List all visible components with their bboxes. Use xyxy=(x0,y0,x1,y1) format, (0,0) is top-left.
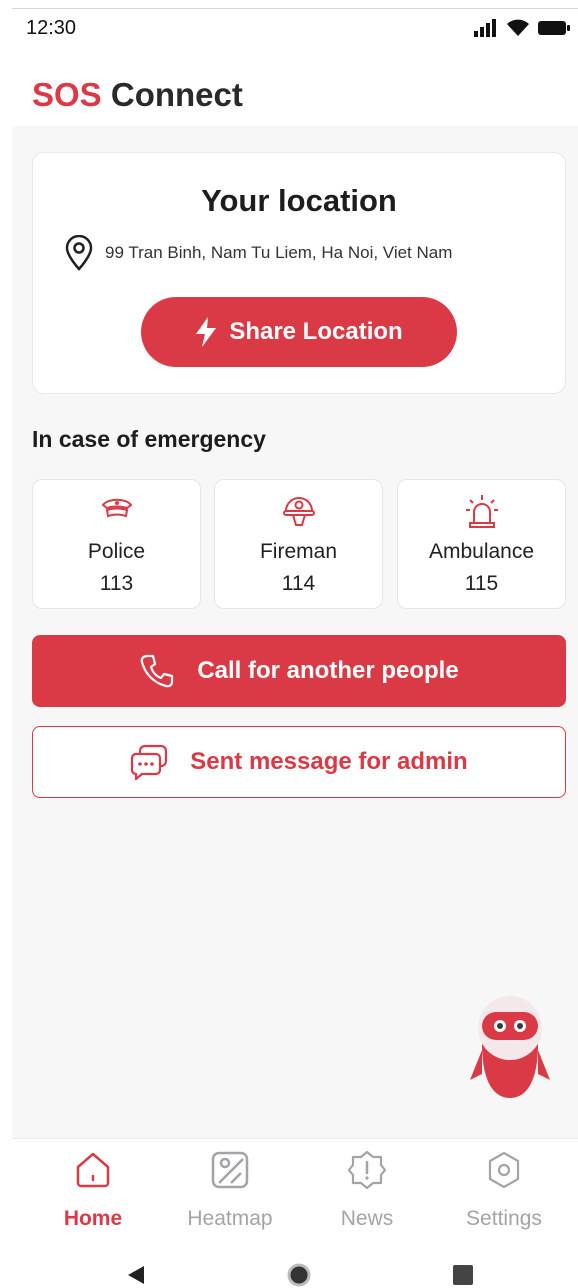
emergency-number: 115 xyxy=(464,572,499,595)
emergency-name: Ambulance xyxy=(428,540,535,563)
emergency-card-police[interactable]: Police 113 xyxy=(32,479,201,609)
battery-icon xyxy=(538,21,570,35)
location-title: Your location xyxy=(201,183,397,218)
nav-news[interactable]: News xyxy=(307,1139,427,1247)
lightning-icon xyxy=(196,317,217,347)
fireman-helmet-icon xyxy=(282,497,315,526)
settings-icon xyxy=(488,1151,520,1189)
back-icon[interactable] xyxy=(124,1264,146,1286)
emergency-section-title: In case of emergency xyxy=(32,426,266,452)
main-content: Your location 99 Tran Binh, Nam Tu Liem,… xyxy=(12,126,578,1138)
nav-home[interactable]: Home xyxy=(33,1139,153,1247)
recents-icon[interactable] xyxy=(452,1264,474,1286)
emergency-name: Police xyxy=(87,540,146,563)
bottom-navigation: Home Heatmap News Settings xyxy=(12,1138,578,1246)
nav-heatmap[interactable]: Heatmap xyxy=(170,1139,290,1247)
location-address-row: 99 Tran Binh, Nam Tu Liem, Ha Noi, Viet … xyxy=(63,235,452,271)
call-another-people-label: Call for another people xyxy=(197,657,459,684)
nav-label-heatmap: Heatmap xyxy=(187,1207,273,1230)
siren-icon xyxy=(465,495,498,528)
system-navigation-bar xyxy=(12,1246,578,1288)
home-icon xyxy=(76,1152,110,1188)
map-icon xyxy=(211,1151,249,1189)
chat-bubble-icon xyxy=(131,744,168,780)
status-bar: 12:30 xyxy=(12,8,578,50)
emergency-number: 113 xyxy=(99,572,134,595)
wifi-icon xyxy=(507,19,529,36)
brand-connect: Connect xyxy=(110,76,243,113)
nav-settings[interactable]: Settings xyxy=(444,1139,564,1247)
nav-label-home: Home xyxy=(63,1207,123,1230)
status-icons xyxy=(474,19,570,37)
emergency-number: 114 xyxy=(281,572,316,595)
brand-sos: SOS xyxy=(32,76,102,113)
share-location-button[interactable]: Share Location xyxy=(141,297,457,367)
emergency-contacts: Police 113 Fireman 114 Ambulance 115 xyxy=(32,479,566,609)
emergency-card-ambulance[interactable]: Ambulance 115 xyxy=(397,479,566,609)
app-header: SOS Connect xyxy=(12,50,578,126)
nav-label-news: News xyxy=(340,1207,394,1230)
phone-icon xyxy=(140,654,174,688)
police-cap-icon xyxy=(101,498,132,518)
call-another-people-button[interactable]: Call for another people xyxy=(32,635,566,707)
message-admin-button[interactable]: Sent message for admin xyxy=(32,726,566,798)
assistant-robot-button[interactable] xyxy=(468,992,552,1102)
status-time: 12:30 xyxy=(26,17,77,39)
location-card: Your location 99 Tran Binh, Nam Tu Liem,… xyxy=(32,152,566,394)
home-circle-icon[interactable] xyxy=(286,1262,312,1288)
message-admin-label: Sent message for admin xyxy=(190,748,468,775)
robot-icon xyxy=(470,996,550,1098)
share-location-label: Share Location xyxy=(229,318,403,345)
location-pin-icon xyxy=(65,235,93,271)
signal-icon xyxy=(474,19,496,37)
location-address: 99 Tran Binh, Nam Tu Liem, Ha Noi, Viet … xyxy=(105,243,453,262)
app-logo: SOS Connect xyxy=(32,76,243,114)
emergency-card-fireman[interactable]: Fireman 114 xyxy=(214,479,383,609)
nav-label-settings: Settings xyxy=(466,1207,542,1230)
news-alert-icon xyxy=(347,1150,387,1190)
emergency-name: Fireman xyxy=(259,540,338,563)
